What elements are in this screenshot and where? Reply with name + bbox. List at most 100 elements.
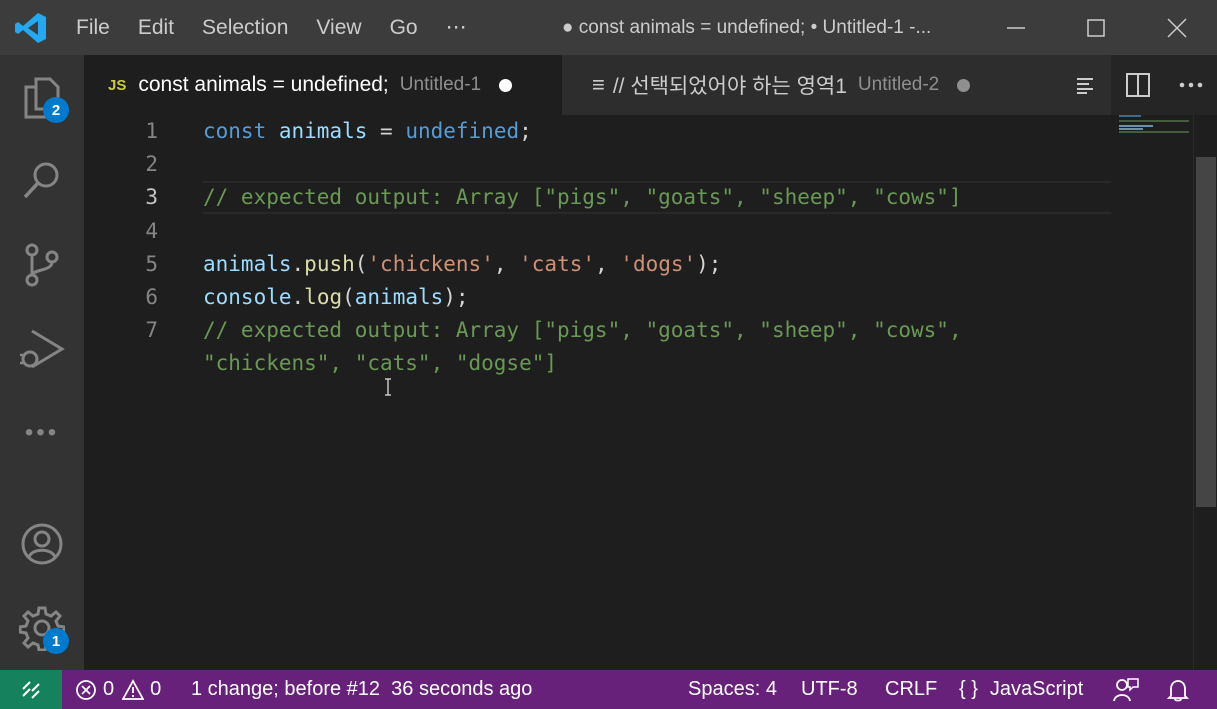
error-count: 0 xyxy=(103,678,115,700)
code-token: 'cats' xyxy=(519,252,595,276)
code-line[interactable]: // expected output: Array ["pigs", "goat… xyxy=(203,314,962,347)
explorer-button[interactable]: 2 xyxy=(0,55,84,139)
line-number: 1 xyxy=(145,119,158,143)
manage-settings-button[interactable]: 1 xyxy=(0,586,84,670)
activity-bar: 2 ••• 1 xyxy=(0,55,84,670)
text-file-icon: ≡ xyxy=(592,72,605,97)
end-of-line-selector[interactable]: CRLF xyxy=(885,670,937,709)
unsaved-dot-icon[interactable] xyxy=(499,78,513,92)
code-token: // expected output: Array ["pigs", "goat… xyxy=(203,185,962,209)
title-bar: File Edit Selection View Go ⋯ ● const an… xyxy=(0,0,1217,55)
code-token: 'dogs' xyxy=(620,252,697,276)
code-token: 'chickens' xyxy=(367,252,494,276)
tab-overflow[interactable] xyxy=(1046,55,1111,115)
language-label: JavaScript xyxy=(989,678,1084,700)
line-number: 7 xyxy=(145,318,158,342)
text-file-icon xyxy=(1077,78,1093,94)
tab-title: // 선택되었어야 하는 영역1 xyxy=(612,75,847,98)
maximize-button[interactable] xyxy=(1056,0,1136,55)
menu-file[interactable]: File xyxy=(62,0,124,55)
code-line[interactable]: // expected output: Array ["pigs", "goat… xyxy=(203,181,962,214)
problems-indicator[interactable]: 0 0 xyxy=(75,670,161,709)
run-debug-icon xyxy=(20,329,65,369)
code-token: "chickens", "cats", "dogse"] xyxy=(203,351,558,375)
code-token: ); xyxy=(443,285,469,309)
code-line[interactable]: animals.push('chickens', 'cats', 'dogs')… xyxy=(203,248,721,281)
line-number: 2 xyxy=(145,152,158,176)
close-icon xyxy=(1167,17,1187,38)
editor-actions xyxy=(1111,55,1217,115)
maximize-icon xyxy=(1087,18,1105,37)
minimize-button[interactable] xyxy=(976,0,1056,55)
account-icon xyxy=(21,523,63,565)
code-token: ( xyxy=(354,252,368,276)
code-token: animals xyxy=(278,119,368,143)
minimap[interactable] xyxy=(1119,115,1193,155)
window-title: ● const animals = undefined; • Untitled-… xyxy=(562,17,932,38)
more-views-button[interactable]: ••• xyxy=(0,391,84,475)
code-token: , xyxy=(493,252,520,276)
vertical-scrollbar[interactable] xyxy=(1193,115,1217,670)
menu-go[interactable]: Go xyxy=(376,0,432,55)
code-token: push xyxy=(304,252,355,276)
tab-untitled-1[interactable]: JS const animals = undefined; Untitled-1 xyxy=(84,55,562,115)
indentation-selector[interactable]: Spaces: 4 xyxy=(688,670,777,709)
settings-badge: 1 xyxy=(43,628,69,654)
source-control-icon xyxy=(25,243,59,287)
code-token: ( xyxy=(342,285,355,309)
code-token: . xyxy=(291,285,305,309)
run-debug-button[interactable] xyxy=(0,307,84,391)
change-info[interactable]: 1 change; before #12 36 seconds ago xyxy=(191,670,532,709)
tab-title: const animals = undefined; xyxy=(138,73,389,96)
menu-selection[interactable]: Selection xyxy=(188,0,302,55)
notifications-button[interactable] xyxy=(1166,670,1190,709)
code-line[interactable]: const animals = undefined; xyxy=(203,115,532,148)
split-editor-icon[interactable] xyxy=(1125,72,1151,98)
menu-bar: File Edit Selection View Go ⋯ xyxy=(62,0,481,55)
line-number: 5 xyxy=(145,252,158,276)
code-token: , xyxy=(595,252,621,276)
code-token: ); xyxy=(696,252,722,276)
more-actions-icon[interactable] xyxy=(1178,72,1204,98)
unsaved-dot-icon[interactable] xyxy=(957,78,971,92)
source-control-button[interactable] xyxy=(0,223,84,307)
code-token: . xyxy=(291,252,305,276)
feedback-button[interactable] xyxy=(1113,670,1139,709)
code-line[interactable]: console.log(animals); xyxy=(203,281,469,314)
javascript-file-icon: JS xyxy=(108,76,127,94)
editor-tabs: JS const animals = undefined; Untitled-1… xyxy=(84,55,1217,115)
line-number: 6 xyxy=(145,285,158,309)
braces-icon: { } xyxy=(959,678,978,700)
code-token: animals xyxy=(203,252,292,276)
error-icon xyxy=(76,679,96,700)
close-window-button[interactable] xyxy=(1137,0,1217,55)
warning-icon xyxy=(122,678,145,700)
tab-untitled-2[interactable]: ≡ // 선택되었어야 하는 영역1 Untitled-2 xyxy=(562,55,1046,115)
menu-edit[interactable]: Edit xyxy=(124,0,188,55)
code-token: const xyxy=(203,119,267,143)
encoding-selector[interactable]: UTF-8 xyxy=(801,670,858,709)
warning-count: 0 xyxy=(150,678,162,700)
bell-icon xyxy=(1166,679,1190,701)
text-cursor-icon xyxy=(385,378,391,396)
scrollbar-thumb[interactable] xyxy=(1196,157,1216,507)
minimize-icon xyxy=(1007,26,1025,29)
menu-more[interactable]: ⋯ xyxy=(432,0,481,55)
code-token: // expected output: Array ["pigs", "goat… xyxy=(203,318,962,342)
menu-view[interactable]: View xyxy=(302,0,375,55)
search-button[interactable] xyxy=(0,139,84,223)
code-line[interactable]: "chickens", "cats", "dogse"] xyxy=(203,347,557,380)
code-token: ; xyxy=(519,119,532,143)
accounts-button[interactable] xyxy=(0,502,84,586)
line-number: 3 xyxy=(145,185,158,209)
code-token: console xyxy=(203,285,292,309)
code-editor[interactable]: 1 2 3 4 5 6 7 const animals = undefined; // exp… xyxy=(84,115,1217,670)
language-mode-selector[interactable]: { } JavaScript xyxy=(959,670,1083,709)
code-token: = xyxy=(367,119,406,143)
line-number: 4 xyxy=(145,219,158,243)
code-token: undefined xyxy=(405,119,520,143)
explorer-badge: 2 xyxy=(43,97,69,123)
remote-indicator-button[interactable] xyxy=(0,670,62,709)
code-token: animals xyxy=(354,285,444,309)
